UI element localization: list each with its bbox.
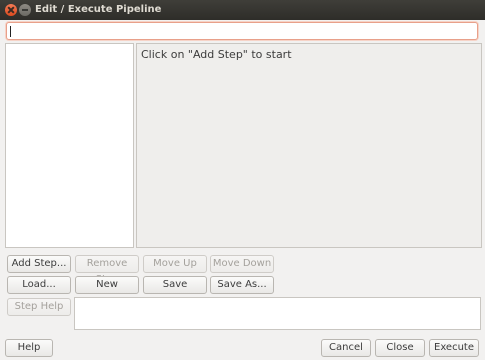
step-help-text-area [74, 297, 481, 330]
title-bar: Edit / Execute Pipeline [0, 0, 485, 20]
steps-list[interactable] [5, 43, 134, 248]
start-hint: Click on "Add Step" to start [141, 48, 292, 61]
window-title: Edit / Execute Pipeline [35, 4, 162, 15]
close-window-icon[interactable] [5, 4, 17, 16]
close-button[interactable]: Close [375, 339, 425, 357]
text-caret [10, 26, 11, 37]
new-button[interactable]: New [75, 276, 139, 294]
save-as-button[interactable]: Save As... [210, 276, 274, 294]
move-down-button[interactable]: Move Down [210, 255, 274, 273]
pipeline-name-input[interactable] [6, 22, 478, 40]
load-button[interactable]: Load... [7, 276, 71, 294]
minimize-window-icon[interactable] [19, 4, 31, 16]
remove-step-button[interactable]: Remove Step [75, 255, 139, 285]
cancel-button[interactable]: Cancel [321, 339, 371, 357]
move-up-button[interactable]: Move Up [143, 255, 207, 273]
step-detail-pane: Click on "Add Step" to start [136, 43, 482, 248]
help-button[interactable]: Help [5, 339, 53, 357]
save-button[interactable]: Save [143, 276, 207, 294]
step-help-button[interactable]: Step Help [7, 298, 71, 316]
execute-button[interactable]: Execute [429, 339, 479, 357]
add-step-button[interactable]: Add Step... [7, 255, 71, 273]
